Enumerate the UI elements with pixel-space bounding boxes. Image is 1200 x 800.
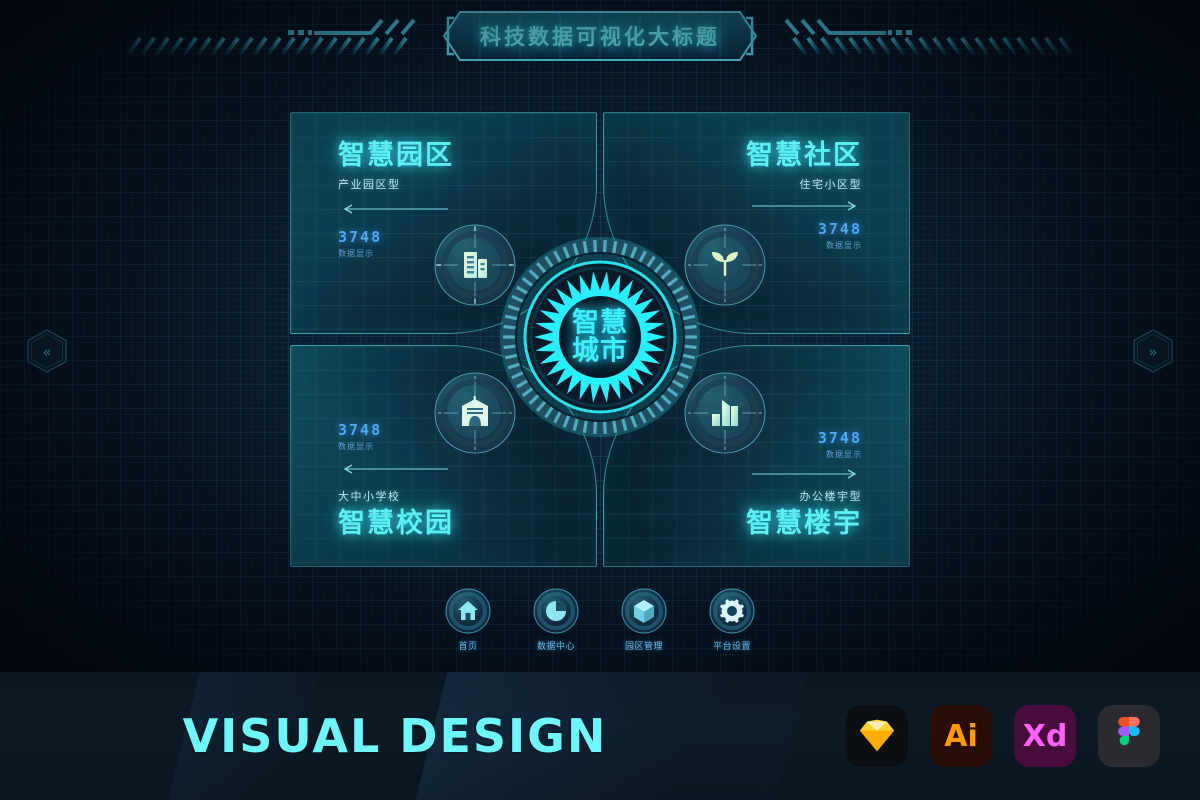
app-icons: Ai Xd	[846, 705, 1160, 767]
arrow-right-icon	[746, 201, 862, 211]
page-title: 科技数据可视化大标题	[480, 25, 720, 49]
nav-item-home[interactable]: 首页	[438, 588, 498, 652]
center-hub-smart-city[interactable]: 智慧 城市	[500, 237, 700, 437]
banner-title: VISUAL DESIGN	[182, 709, 608, 763]
arrow-left-icon	[338, 201, 454, 219]
nav-button[interactable]	[709, 588, 755, 634]
next-arrow-button[interactable]: »	[1130, 328, 1176, 374]
panel-title: 智慧校园	[338, 507, 454, 539]
prev-arrow-button[interactable]: «	[24, 328, 70, 374]
bottom-nav: 首页 数据中心 园区管理 平台设置	[0, 588, 1200, 652]
nav-item-platform-settings[interactable]: 平台设置	[702, 588, 762, 652]
adobe-xd-icon[interactable]: Xd	[1014, 705, 1076, 767]
illustrator-label: Ai	[944, 718, 978, 754]
nav-label: 数据中心	[536, 642, 575, 652]
svg-text:»: »	[1148, 343, 1157, 361]
illustrator-icon[interactable]: Ai	[930, 705, 992, 767]
hatch-deco-left-icon	[126, 18, 416, 56]
header: 科技数据可视化大标题	[0, 0, 1200, 80]
arrow-right-icon	[746, 469, 862, 479]
sketch-icon[interactable]	[846, 705, 908, 767]
panel-subtitle: 大中小学校	[338, 489, 401, 503]
nav-item-data-center[interactable]: 数据中心	[526, 588, 586, 652]
nav-button[interactable]	[445, 588, 491, 634]
dashboard-stage: 科技数据可视化大标题 智慧园区 产业园区型 3748 数据显示 智慧社区 住宅小…	[0, 0, 1200, 672]
nav-label: 园区管理	[624, 642, 663, 652]
svg-text:«: «	[42, 343, 51, 361]
nav-button[interactable]	[533, 588, 579, 634]
panel-subtitle: 住宅小区型	[799, 178, 862, 192]
nav-button[interactable]	[621, 588, 667, 634]
nav-label: 平台设置	[712, 642, 751, 652]
figma-icon[interactable]	[1098, 705, 1160, 767]
panel-subtitle: 办公楼宇型	[799, 489, 862, 503]
arrow-left-icon	[338, 461, 454, 479]
panel-subtitle: 产业园区型	[338, 178, 401, 192]
nav-item-park-management[interactable]: 园区管理	[614, 588, 674, 652]
pie-chart-icon	[546, 601, 566, 621]
panel-title: 智慧楼宇	[746, 507, 862, 539]
hatch-deco-right-icon	[784, 18, 1074, 56]
nav-label: 首页	[458, 642, 478, 652]
adobe-xd-label: Xd	[1022, 718, 1068, 754]
chevron-right-icon: »	[1148, 343, 1157, 361]
chevron-left-icon: «	[42, 343, 51, 361]
smart-city-dashboard: 科技数据可视化大标题 智慧园区 产业园区型 3748 数据显示 智慧社区 住宅小…	[0, 0, 1200, 800]
panel-title: 智慧社区	[746, 140, 862, 171]
panel-title: 智慧园区	[338, 140, 454, 171]
bottom-banner: VISUAL DESIGN Ai Xd	[0, 672, 1200, 800]
title-plate: 科技数据可视化大标题	[440, 8, 760, 64]
